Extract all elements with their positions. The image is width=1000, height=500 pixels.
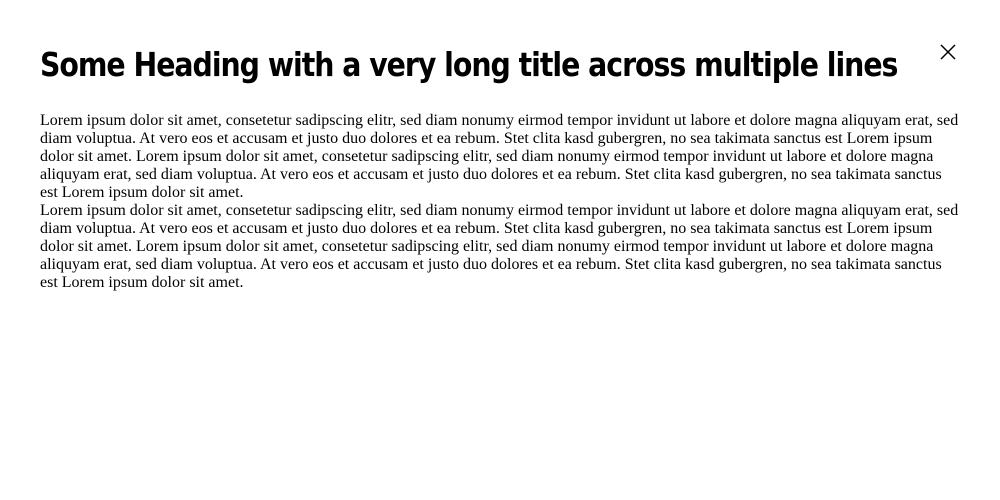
close-button[interactable] [936,40,960,64]
modal-heading: Some Heading with a very long title acro… [40,45,898,84]
close-icon [936,40,960,64]
body-paragraph: Lorem ipsum dolor sit amet, consetetur s… [40,202,959,291]
modal-body: Lorem ipsum dolor sit amet, consetetur s… [40,112,960,292]
modal-dialog: Some Heading with a very long title acro… [0,0,1000,500]
body-paragraph: Lorem ipsum dolor sit amet, consetetur s… [40,112,959,201]
